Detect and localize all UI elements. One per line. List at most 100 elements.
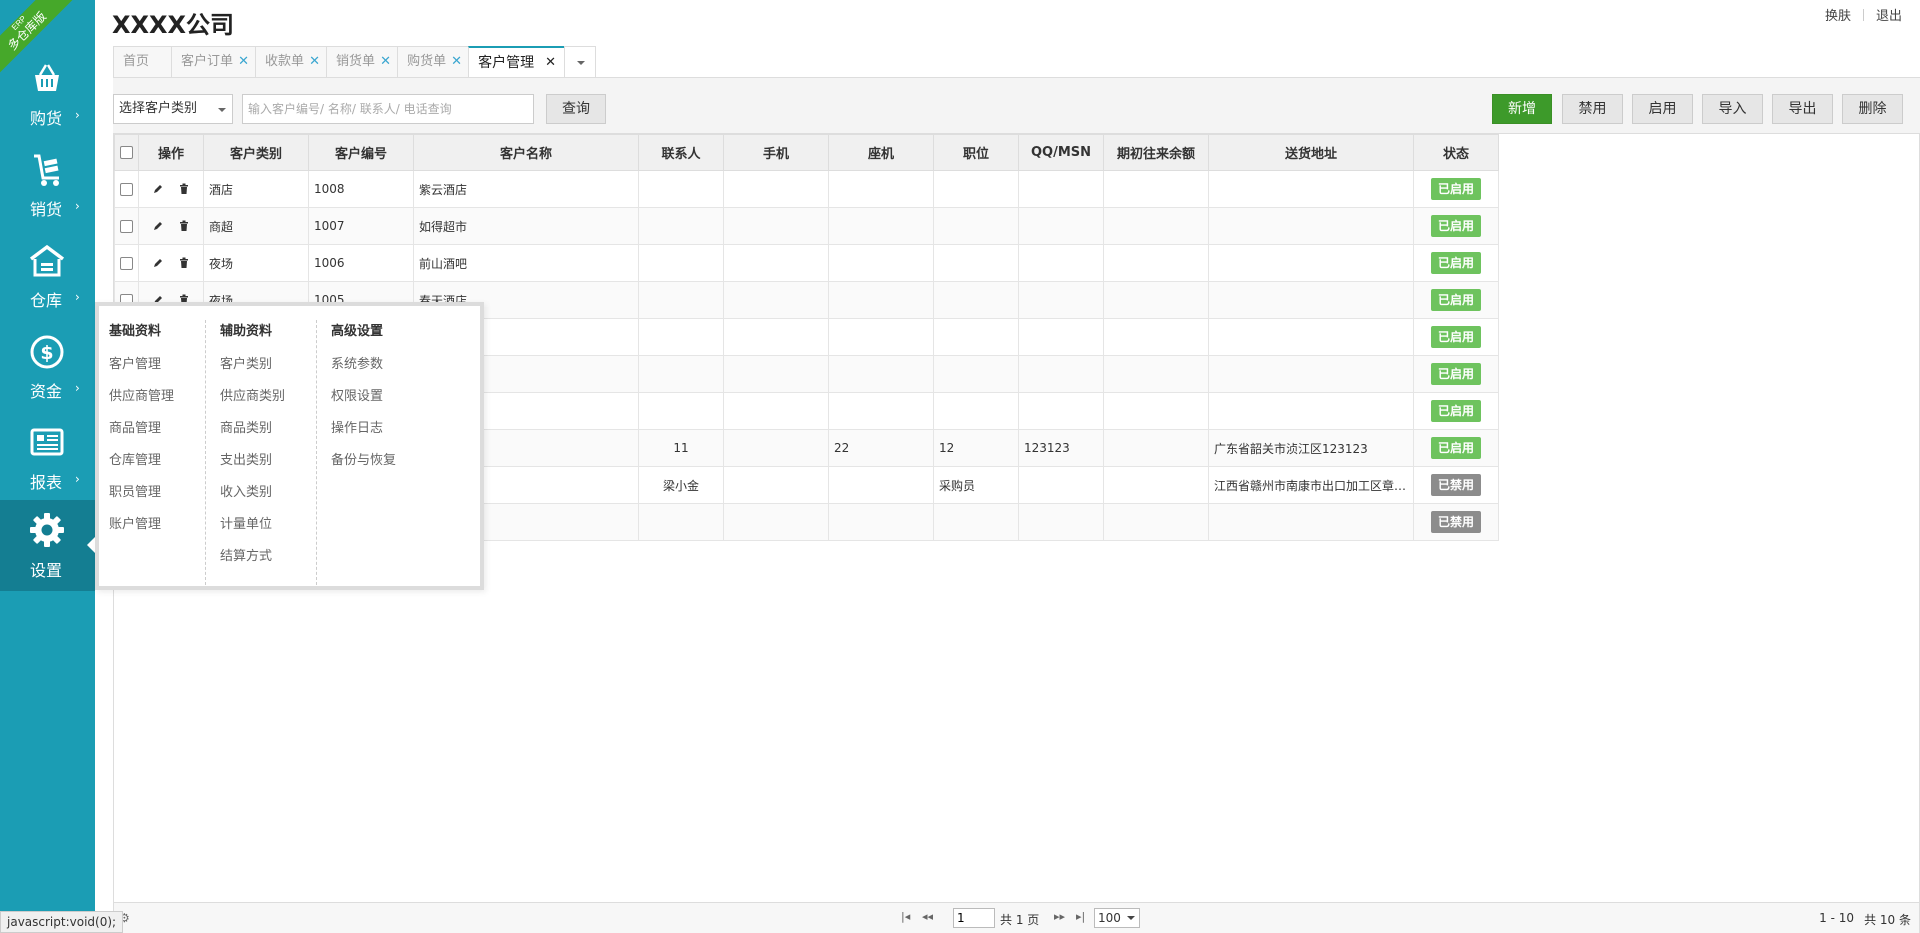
flyout-link[interactable]: 客户类别 bbox=[220, 353, 285, 385]
header-cell[interactable]: 职位 bbox=[933, 134, 1019, 171]
row-checkbox[interactable] bbox=[120, 220, 133, 233]
sidebar-item-warehouse[interactable]: 仓库 › bbox=[0, 235, 95, 326]
flyout-link[interactable]: 仓库管理 bbox=[109, 449, 174, 481]
skin-link[interactable]: 换肤 bbox=[1825, 5, 1851, 24]
trash-icon[interactable] bbox=[178, 220, 190, 232]
flyout-link[interactable]: 商品管理 bbox=[109, 417, 174, 449]
flyout-link[interactable]: 权限设置 bbox=[331, 385, 396, 417]
flyout-link[interactable]: 系统参数 bbox=[331, 353, 396, 385]
tab-label: 销货单 bbox=[336, 54, 376, 69]
tab-home[interactable]: 首页 bbox=[113, 46, 172, 78]
sidebar-item-sales[interactable]: 销货 › bbox=[0, 144, 95, 235]
tab-customer-order[interactable]: 客户订单 ✕ bbox=[171, 46, 256, 78]
status-badge[interactable]: 已启用 bbox=[1431, 289, 1481, 311]
flyout-link[interactable]: 供应商管理 bbox=[109, 385, 174, 417]
logout-link[interactable]: 退出 bbox=[1876, 5, 1902, 24]
flyout-column-title: 高级设置 bbox=[331, 324, 384, 339]
flyout-link[interactable]: 收入类别 bbox=[220, 481, 285, 513]
close-icon[interactable]: ✕ bbox=[238, 47, 249, 77]
tab-customer-management[interactable]: 客户管理 ✕ bbox=[468, 46, 565, 79]
cell-phone bbox=[828, 244, 934, 282]
status-badge[interactable]: 已启用 bbox=[1431, 326, 1481, 348]
status-badge[interactable]: 已启用 bbox=[1431, 400, 1481, 422]
sidebar-item-reports[interactable]: 报表 › bbox=[0, 417, 95, 508]
delete-button[interactable]: 删除 bbox=[1842, 94, 1903, 124]
search-input[interactable] bbox=[242, 94, 534, 124]
import-button[interactable]: 导入 bbox=[1702, 94, 1763, 124]
table-row[interactable]: 酒店 1008 紫云酒店 已启用 bbox=[114, 170, 1499, 208]
last-page-icon[interactable]: ▸| bbox=[1076, 910, 1085, 923]
edit-icon[interactable] bbox=[152, 183, 164, 195]
status-badge[interactable]: 已启用 bbox=[1431, 178, 1481, 200]
header-cell[interactable]: QQ/MSN bbox=[1018, 134, 1104, 171]
cell-contact bbox=[638, 170, 724, 208]
header-cell[interactable]: 送货地址 bbox=[1208, 134, 1414, 171]
cell-balance bbox=[1103, 170, 1209, 208]
flyout-link[interactable]: 结算方式 bbox=[220, 545, 285, 577]
close-icon[interactable]: ✕ bbox=[451, 47, 462, 77]
table-row[interactable]: 夜场 1006 前山酒吧 已启用 bbox=[114, 244, 1499, 282]
header-cell[interactable]: 客户编号 bbox=[308, 134, 414, 171]
header-select-all bbox=[114, 134, 139, 171]
enable-button[interactable]: 启用 bbox=[1632, 94, 1693, 124]
tab-sales-order[interactable]: 销货单 ✕ bbox=[326, 46, 398, 78]
status-badge[interactable]: 已启用 bbox=[1431, 215, 1481, 237]
header-cell[interactable]: 状态 bbox=[1413, 134, 1499, 171]
select-all-checkbox[interactable] bbox=[120, 146, 133, 159]
flyout-link[interactable]: 商品类别 bbox=[220, 417, 285, 449]
flyout-link[interactable]: 客户管理 bbox=[109, 353, 174, 385]
export-button[interactable]: 导出 bbox=[1772, 94, 1833, 124]
flyout-link[interactable]: 计量单位 bbox=[220, 513, 285, 545]
header-cell[interactable]: 期初往来余额 bbox=[1103, 134, 1209, 171]
trash-icon[interactable] bbox=[178, 257, 190, 269]
row-checkbox[interactable] bbox=[120, 183, 133, 196]
header-cell[interactable]: 座机 bbox=[828, 134, 934, 171]
flyout-link[interactable]: 账户管理 bbox=[109, 513, 174, 545]
header-cell[interactable]: 手机 bbox=[723, 134, 829, 171]
table-row[interactable]: 商超 1007 如得超市 已启用 bbox=[114, 207, 1499, 245]
edit-icon[interactable] bbox=[152, 257, 164, 269]
row-checkbox[interactable] bbox=[120, 257, 133, 270]
cell-qq bbox=[1018, 281, 1104, 319]
header-cell[interactable]: 客户名称 bbox=[413, 134, 639, 171]
status-badge[interactable]: 已启用 bbox=[1431, 252, 1481, 274]
edit-icon[interactable] bbox=[152, 220, 164, 232]
page-size-select[interactable]: 100 bbox=[1094, 908, 1140, 928]
customer-category-select[interactable]: 选择客户类别 bbox=[113, 94, 233, 124]
sidebar-item-purchase[interactable]: 购货 › bbox=[0, 53, 95, 144]
prev-page-icon[interactable]: ◂◂ bbox=[922, 910, 933, 923]
cell-position bbox=[933, 503, 1019, 541]
svg-text:$: $ bbox=[40, 342, 53, 364]
record-range: 1 - 10 bbox=[1819, 911, 1854, 925]
cell-mobile bbox=[723, 244, 829, 282]
close-icon[interactable]: ✕ bbox=[380, 47, 391, 77]
next-page-icon[interactable]: ▸▸ bbox=[1054, 910, 1065, 923]
status-badge[interactable]: 已启用 bbox=[1431, 363, 1481, 385]
status-badge[interactable]: 已禁用 bbox=[1431, 474, 1481, 496]
close-icon[interactable]: ✕ bbox=[545, 48, 556, 78]
tab-receipt[interactable]: 收款单 ✕ bbox=[255, 46, 327, 78]
tab-purchase-order[interactable]: 购货单 ✕ bbox=[397, 46, 469, 78]
trash-icon[interactable] bbox=[178, 183, 190, 195]
status-badge[interactable]: 已禁用 bbox=[1431, 511, 1481, 533]
disable-button[interactable]: 禁用 bbox=[1562, 94, 1623, 124]
cell-contact bbox=[638, 207, 724, 245]
flyout-link[interactable]: 备份与恢复 bbox=[331, 449, 396, 481]
flyout-link[interactable]: 支出类别 bbox=[220, 449, 285, 481]
header-cell[interactable]: 联系人 bbox=[638, 134, 724, 171]
sidebar-item-settings[interactable]: 设置 bbox=[0, 500, 95, 591]
close-icon[interactable]: ✕ bbox=[309, 47, 320, 77]
add-button[interactable]: 新增 bbox=[1492, 94, 1552, 124]
page-number-input[interactable] bbox=[953, 908, 995, 928]
flyout-link[interactable]: 供应商类别 bbox=[220, 385, 285, 417]
tab-more-dropdown[interactable] bbox=[564, 46, 597, 78]
sidebar-item-label: 购货 bbox=[30, 109, 63, 128]
status-badge[interactable]: 已启用 bbox=[1431, 437, 1481, 459]
query-button[interactable]: 查询 bbox=[546, 94, 606, 124]
first-page-icon[interactable]: |◂ bbox=[901, 910, 910, 923]
flyout-link[interactable]: 操作日志 bbox=[331, 417, 396, 449]
header-cell[interactable]: 客户类别 bbox=[203, 134, 309, 171]
cell-balance bbox=[1103, 281, 1209, 319]
flyout-link[interactable]: 职员管理 bbox=[109, 481, 174, 513]
sidebar-item-funds[interactable]: $ 资金 › bbox=[0, 326, 95, 417]
